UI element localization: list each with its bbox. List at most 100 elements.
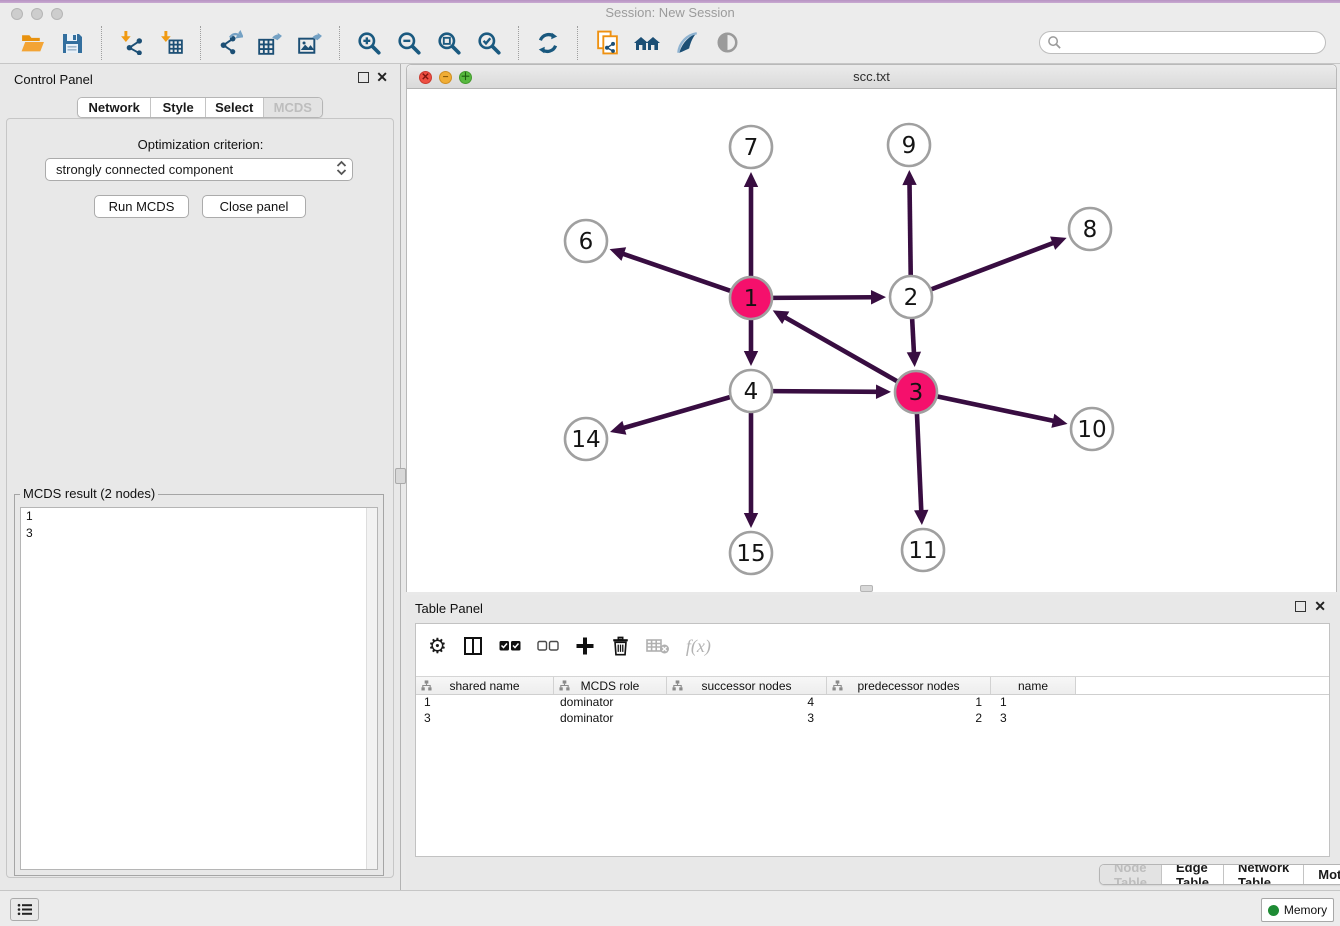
tab-select[interactable]: Select xyxy=(206,98,264,117)
add-column-icon[interactable] xyxy=(575,636,595,656)
graph-node[interactable]: 10 xyxy=(1071,408,1113,450)
float-panel-icon[interactable] xyxy=(358,72,369,83)
zoom-in-icon[interactable] xyxy=(354,28,384,58)
control-panel-tabs: Network Style Select MCDS xyxy=(77,97,323,118)
svg-text:8: 8 xyxy=(1083,217,1098,243)
cell-mcds-role[interactable]: dominator xyxy=(554,695,667,711)
graph-edge[interactable] xyxy=(744,320,758,367)
float-table-panel-icon[interactable] xyxy=(1295,601,1306,612)
graph-node[interactable]: 11 xyxy=(902,529,944,571)
optimization-criterion-select[interactable]: strongly connected component xyxy=(45,158,353,181)
graph-node[interactable]: 3 xyxy=(895,371,937,413)
deselect-all-icon[interactable] xyxy=(537,639,559,653)
run-mcds-button[interactable]: Run MCDS xyxy=(94,195,189,218)
cell-predecessor-nodes[interactable]: 2 xyxy=(827,711,991,727)
zoom-fit-icon[interactable] xyxy=(434,28,464,58)
column-view-icon[interactable] xyxy=(463,636,483,656)
column-header-mcds-role[interactable]: MCDS role xyxy=(554,677,667,694)
import-table-icon[interactable] xyxy=(156,28,186,58)
table-row[interactable]: 3 dominator 3 2 3 xyxy=(416,711,1329,727)
result-scrollbar[interactable] xyxy=(366,508,377,869)
graph-edge[interactable] xyxy=(931,236,1067,289)
graph-edge[interactable] xyxy=(907,318,921,367)
graph-edge[interactable] xyxy=(902,170,916,276)
column-type-icon xyxy=(421,680,432,694)
column-header-name[interactable]: name xyxy=(991,677,1076,694)
tab-mcds[interactable]: MCDS xyxy=(264,98,323,117)
graph-edge[interactable] xyxy=(744,413,758,529)
search-field[interactable] xyxy=(1039,31,1326,54)
export-table-icon[interactable] xyxy=(255,28,285,58)
status-bar: Memory xyxy=(0,890,1340,926)
graph-edge[interactable] xyxy=(744,172,758,277)
mcds-result-list[interactable]: 1 3 xyxy=(20,507,378,870)
save-session-icon[interactable] xyxy=(57,28,87,58)
column-header-successor-nodes[interactable]: successor nodes xyxy=(667,677,827,694)
cell-shared-name[interactable]: 1 xyxy=(416,695,554,711)
graph-node[interactable]: 15 xyxy=(730,532,772,574)
cell-shared-name[interactable]: 3 xyxy=(416,711,554,727)
search-input[interactable] xyxy=(1062,33,1325,52)
graph-edge[interactable] xyxy=(610,247,731,291)
eye-icon[interactable] xyxy=(712,28,742,58)
delete-table-icon[interactable] xyxy=(646,637,670,655)
export-image-icon[interactable] xyxy=(295,28,325,58)
search-icon xyxy=(1047,35,1062,50)
refresh-icon[interactable] xyxy=(533,28,563,58)
network-window-titlebar[interactable]: ✕ − ＋ scc.txt xyxy=(407,65,1336,89)
clone-network-icon[interactable] xyxy=(592,28,622,58)
graph-node[interactable]: 9 xyxy=(888,124,930,166)
zoom-selected-icon[interactable] xyxy=(474,28,504,58)
network-window-title: scc.txt xyxy=(407,69,1336,84)
select-all-icon[interactable] xyxy=(499,639,521,653)
graph-node[interactable]: 14 xyxy=(565,418,607,460)
close-panel-button[interactable]: Close panel xyxy=(202,195,306,218)
gear-icon[interactable]: ⚙ xyxy=(428,634,447,659)
graph-edge[interactable] xyxy=(772,385,891,399)
graph-node[interactable]: 6 xyxy=(565,220,607,262)
cell-predecessor-nodes[interactable]: 1 xyxy=(827,695,991,711)
table-divider-handle[interactable] xyxy=(860,585,873,592)
main-toolbar xyxy=(0,22,1340,64)
tab-node-table[interactable]: Node Table xyxy=(1100,865,1162,884)
table-row[interactable]: 1 dominator 4 1 1 xyxy=(416,695,1329,711)
open-session-icon[interactable] xyxy=(17,28,47,58)
node-table: shared name MCDS role successor nodes pr… xyxy=(416,676,1329,727)
houses-icon[interactable] xyxy=(632,28,662,58)
close-table-panel-icon[interactable]: ✕ xyxy=(1314,601,1326,612)
tab-style[interactable]: Style xyxy=(151,98,206,117)
cell-mcds-role[interactable]: dominator xyxy=(554,711,667,727)
cell-successor-nodes[interactable]: 3 xyxy=(667,711,827,727)
export-network-icon[interactable] xyxy=(215,28,245,58)
column-header-shared-name[interactable]: shared name xyxy=(416,677,554,694)
column-type-icon xyxy=(832,680,843,694)
delete-column-icon[interactable] xyxy=(611,636,630,656)
column-header-predecessor-nodes[interactable]: predecessor nodes xyxy=(827,677,991,694)
show-panels-button[interactable] xyxy=(10,898,39,921)
hide-graphics-details-icon[interactable] xyxy=(672,28,702,58)
graph-edge[interactable] xyxy=(772,290,886,304)
graph-edge[interactable] xyxy=(773,310,898,381)
import-network-icon[interactable] xyxy=(116,28,146,58)
graph-node[interactable]: 2 xyxy=(890,276,932,318)
cell-name[interactable]: 1 xyxy=(991,695,1076,711)
graph-edge[interactable] xyxy=(937,396,1067,427)
function-icon[interactable]: f(x) xyxy=(686,636,711,657)
graph-node[interactable]: 4 xyxy=(730,370,772,412)
graph-edge[interactable] xyxy=(914,413,928,525)
graph-node[interactable]: 8 xyxy=(1069,208,1111,250)
memory-button[interactable]: Memory xyxy=(1261,898,1334,922)
graph-node[interactable]: 7 xyxy=(730,126,772,168)
network-canvas[interactable]: 7 9 6 8 1 2 4 3 14 10 15 11 xyxy=(407,89,1336,592)
close-panel-icon[interactable]: ✕ xyxy=(376,72,388,83)
tab-edge-table[interactable]: Edge Table xyxy=(1162,865,1224,884)
tab-motifs[interactable]: Motifs xyxy=(1304,865,1340,884)
zoom-out-icon[interactable] xyxy=(394,28,424,58)
panel-divider-handle[interactable] xyxy=(395,468,406,484)
graph-node[interactable]: 1 xyxy=(730,277,772,319)
cell-successor-nodes[interactable]: 4 xyxy=(667,695,827,711)
cell-name[interactable]: 3 xyxy=(991,711,1076,727)
tab-network[interactable]: Network xyxy=(78,98,151,117)
graph-edge[interactable] xyxy=(610,397,730,435)
tab-network-table[interactable]: Network Table xyxy=(1224,865,1304,884)
